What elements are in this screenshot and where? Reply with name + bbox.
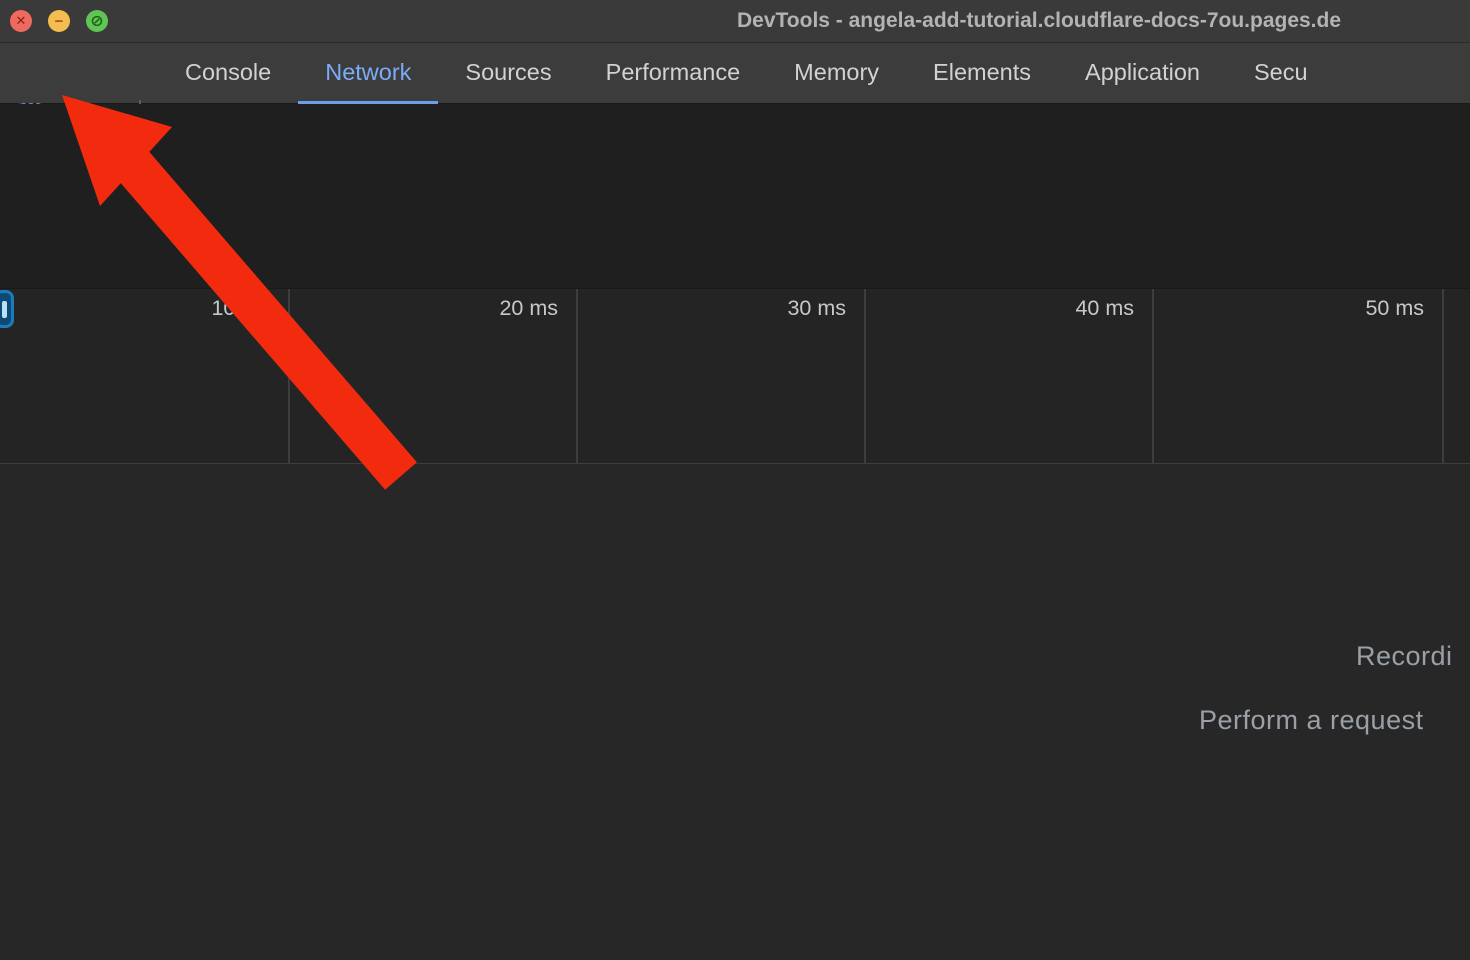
request-list-empty-area: Recordi Perform a request	[0, 464, 1470, 960]
close-window-icon[interactable]: ✕	[10, 10, 32, 32]
timeline-marker: 30 ms	[746, 296, 846, 321]
timeline-gridline	[1442, 289, 1444, 463]
tab-security[interactable]: Secu	[1227, 43, 1335, 104]
tab-performance[interactable]: Performance	[579, 43, 768, 104]
empty-state-recording-text: Recordi	[1356, 641, 1453, 672]
window-controls: ✕ − ⊘	[10, 10, 108, 32]
overview-range-handle[interactable]	[0, 290, 14, 328]
timeline-marker: 50 ms	[1324, 296, 1424, 321]
timeline-gridline	[864, 289, 866, 463]
minimize-window-icon[interactable]: −	[48, 10, 70, 32]
window-title: DevTools - angela-add-tutorial.cloudflar…	[737, 9, 1341, 33]
title-bar: ✕ − ⊘ DevTools - angela-add-tutorial.clo…	[0, 0, 1470, 43]
timeline-marker: 20 ms	[458, 296, 558, 321]
network-toolbar: Preserve log Disable cache No throttling	[0, 104, 1470, 170]
timeline-gridline	[288, 289, 290, 463]
tab-elements[interactable]: Elements	[906, 43, 1058, 104]
zoom-window-icon[interactable]: ⊘	[86, 10, 108, 32]
timeline-marker: 10 ms	[170, 296, 270, 321]
timeline-marker: 40 ms	[1034, 296, 1134, 321]
panel-tabs: Console Network Sources Performance Memo…	[158, 43, 1470, 104]
tab-memory[interactable]: Memory	[767, 43, 906, 104]
timeline-gridline	[576, 289, 578, 463]
timeline-gridline	[1152, 289, 1154, 463]
empty-state-hint-text: Perform a request	[1199, 705, 1424, 736]
devtools-window: ✕ − ⊘ DevTools - angela-add-tutorial.clo…	[0, 0, 1470, 960]
network-overview-timeline[interactable]: 10 ms 20 ms 30 ms 40 ms 50 ms	[0, 288, 1470, 464]
tab-network[interactable]: Network	[298, 43, 438, 104]
tab-sources[interactable]: Sources	[438, 43, 578, 104]
tab-application[interactable]: Application	[1058, 43, 1227, 104]
request-filter-row: Blocked requests 3rd-party requests	[0, 230, 1470, 288]
panel-tab-bar: Console Network Sources Performance Memo…	[0, 43, 1470, 104]
network-filter-bar: Invert Hide data URLs Hide extension URL…	[0, 170, 1470, 230]
tab-console[interactable]: Console	[158, 43, 298, 104]
